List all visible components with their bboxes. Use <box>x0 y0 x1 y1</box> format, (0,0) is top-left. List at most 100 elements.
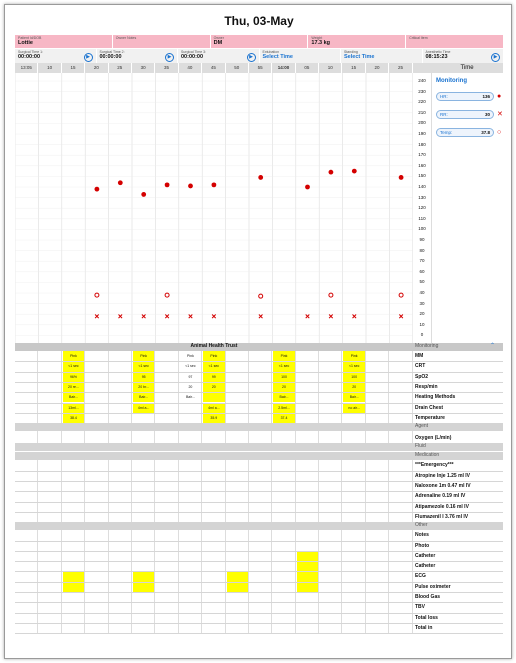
monitor-cell[interactable] <box>133 413 154 423</box>
critical-item-field[interactable]: Critical Item • <box>406 35 503 48</box>
hr-point[interactable] <box>258 175 264 180</box>
grid-column[interactable] <box>132 431 156 444</box>
monitor-cell[interactable]: 96% <box>62 371 85 382</box>
monitor-cell[interactable]: 20 <box>343 381 365 393</box>
grid-column[interactable] <box>296 431 320 444</box>
play-icon[interactable]: ▶ <box>246 53 256 62</box>
rr-point[interactable] <box>305 314 310 319</box>
grid-column[interactable] <box>389 431 413 444</box>
monitor-cell[interactable]: Pink <box>180 351 201 361</box>
monitor-cell[interactable]: <1 sec <box>132 361 155 372</box>
grid-column[interactable] <box>62 431 86 444</box>
monitor-cell[interactable]: 97 <box>180 372 201 382</box>
rr-point[interactable] <box>188 314 193 319</box>
monitor-cell[interactable]: 37.4 <box>273 412 295 424</box>
temp-point[interactable] <box>94 292 100 298</box>
standing-field[interactable]: Standing Select Time <box>341 49 423 63</box>
monitor-cell[interactable]: <1 sec <box>273 361 295 372</box>
standing-select[interactable]: Select Time <box>344 54 419 61</box>
monitor-cell[interactable]: 35.9 <box>203 412 225 424</box>
monitor-cell[interactable]: 38.4 <box>62 412 85 424</box>
owner-notes-field[interactable]: Owner Notes <box>112 35 211 48</box>
hr-point[interactable] <box>398 175 404 180</box>
grid-column[interactable] <box>366 431 390 444</box>
monitor-cell[interactable]: Bair... <box>343 392 365 403</box>
grid-column[interactable] <box>202 431 226 444</box>
monitor-cell[interactable]: 4ml a... <box>132 402 155 413</box>
rr-point[interactable] <box>211 314 217 319</box>
monitor-cell[interactable]: Pink <box>273 351 295 362</box>
monitor-cell[interactable]: 20 br... <box>132 381 155 393</box>
patient-field[interactable]: Patient Id/DOB Lottie <box>15 35 113 48</box>
temp-point[interactable] <box>398 292 404 298</box>
monitor-cell[interactable]: 100 <box>343 371 365 382</box>
monitor-cell[interactable] <box>180 403 201 413</box>
monitor-cell[interactable]: 20 <box>203 381 225 393</box>
monitor-cell[interactable] <box>343 413 364 423</box>
monitor-cell[interactable]: no air... <box>343 402 365 413</box>
rr-point[interactable] <box>164 314 170 319</box>
monitor-cell[interactable]: Bair... <box>62 392 85 403</box>
owner-field[interactable]: Owner DM <box>210 35 309 48</box>
monitor-cell[interactable]: 20 re... <box>62 381 85 393</box>
monitor-cell[interactable]: 20 <box>273 381 295 393</box>
rr-pill[interactable]: RR: 30 <box>436 110 494 119</box>
hr-pill[interactable]: HR: 136 <box>436 92 494 101</box>
hr-point[interactable] <box>305 184 310 190</box>
hr-point[interactable] <box>141 192 147 197</box>
rr-point[interactable] <box>94 314 100 319</box>
monitor-cell[interactable]: Pink <box>343 351 365 362</box>
hr-point[interactable] <box>211 182 217 188</box>
temp-pill[interactable]: Temp: 37.8 <box>436 128 494 137</box>
grid-column[interactable] <box>179 431 203 444</box>
weight-field[interactable]: Weight 17.3 kg <box>308 35 407 48</box>
monitor-cell[interactable]: 99 <box>203 371 225 382</box>
rr-point[interactable] <box>398 314 404 319</box>
monitor-cell[interactable]: Bair... <box>273 392 295 403</box>
hr-point[interactable] <box>188 183 193 189</box>
monitor-cell[interactable]: <1 sec <box>203 361 225 372</box>
monitor-cell[interactable]: <1 sec <box>62 361 85 372</box>
hr-point[interactable] <box>164 182 170 188</box>
hr-point[interactable] <box>328 169 334 175</box>
monitor-cell[interactable]: Bair... <box>132 392 155 403</box>
play-icon[interactable]: ▶ <box>83 53 93 62</box>
hr-point[interactable] <box>351 168 357 174</box>
grid-column[interactable] <box>226 431 249 444</box>
rr-point[interactable] <box>118 314 123 319</box>
rr-point[interactable] <box>258 314 263 319</box>
rr-point[interactable] <box>352 314 357 319</box>
monitor-cell[interactable]: Pink <box>132 351 155 362</box>
monitor-cell[interactable]: <1 sec <box>180 361 201 371</box>
extubation-select[interactable]: Select Time <box>263 54 338 61</box>
monitor-cell[interactable]: 13ml... <box>62 402 85 413</box>
extubation-field[interactable]: Extubation Select Time <box>259 49 341 63</box>
grid-column[interactable] <box>342 431 366 444</box>
monitor-cell[interactable] <box>180 413 201 423</box>
hr-point[interactable] <box>117 180 123 186</box>
chevron-up-icon[interactable]: ⌃ <box>490 343 495 350</box>
monitor-cell[interactable]: <1 sec <box>343 361 365 372</box>
monitor-cell[interactable]: 2.5ml... <box>273 402 295 413</box>
grid-column[interactable] <box>249 431 273 444</box>
grid-column[interactable] <box>85 431 109 444</box>
hr-point[interactable] <box>94 186 100 192</box>
monitor-cell[interactable]: Pink <box>62 351 85 362</box>
rr-point[interactable] <box>328 314 334 319</box>
monitor-cell[interactable]: Pink <box>203 351 225 362</box>
grid-column[interactable] <box>38 431 62 444</box>
grid-column[interactable] <box>15 431 39 444</box>
monitor-cell[interactable]: 100 <box>273 371 295 382</box>
play-icon[interactable]: ▶ <box>165 53 174 62</box>
grid-column[interactable] <box>272 431 296 444</box>
temp-point[interactable] <box>164 292 170 298</box>
grid-column[interactable] <box>155 431 179 444</box>
monitor-cell[interactable]: Bair... <box>180 392 201 402</box>
vitals-chart[interactable] <box>15 73 413 343</box>
temp-point[interactable] <box>258 293 264 299</box>
monitor-cell[interactable]: 95 <box>132 371 155 382</box>
monitor-cell[interactable]: 4ml a... <box>203 402 225 413</box>
grid-column[interactable] <box>319 431 343 444</box>
temp-point[interactable] <box>328 292 334 298</box>
rr-point[interactable] <box>141 314 146 319</box>
